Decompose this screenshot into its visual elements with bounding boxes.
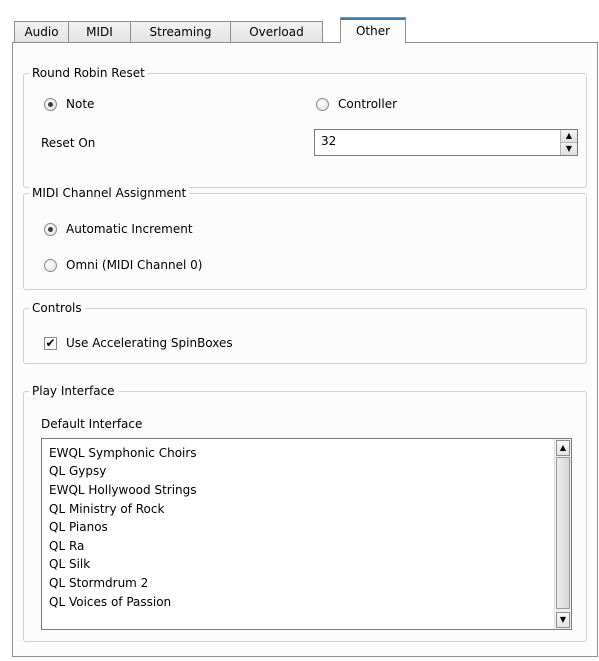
list-item[interactable]: EWQL Hollywood Strings [49,482,197,498]
listbox-scrollbar[interactable]: ▲ ▼ [554,439,571,629]
accelerating-spinboxes-label: Use Accelerating SpinBoxes [66,336,233,350]
play-interface-group: Play Interface Default Interface EWQL Sy… [23,383,587,642]
list-item[interactable]: QL Ministry of Rock [49,501,164,517]
automatic-increment-radio[interactable] [44,223,57,236]
list-item[interactable]: QL Pianos [49,519,108,535]
tab-midi[interactable]: MIDI [68,21,131,42]
round-robin-group: Round Robin Reset Note Controller Reset … [23,65,587,188]
spin-buttons: ▲ ▼ [560,130,577,155]
default-interface-label: Default Interface [41,417,143,431]
list-item[interactable]: QL Silk [49,556,90,572]
other-settings-panel: Round Robin Reset Note Controller Reset … [12,42,598,657]
spin-down-icon[interactable]: ▼ [561,142,577,155]
interface-listbox[interactable]: EWQL Symphonic Choirs QL Gypsy EWQL Holl… [41,438,572,630]
scroll-down-icon[interactable]: ▼ [556,612,570,628]
tab-overload[interactable]: Overload [230,21,323,42]
tab-other[interactable]: Other [340,17,406,43]
midi-channel-group: MIDI Channel Assignment Automatic Increm… [23,185,587,290]
list-item[interactable]: QL Gypsy [49,463,106,479]
controller-label: Controller [338,97,398,111]
omni-label: Omni (MIDI Channel 0) [66,258,203,272]
scrollbar-thumb[interactable] [556,457,570,609]
tab-audio[interactable]: Audio [14,21,69,42]
play-interface-title: Play Interface [29,383,118,399]
list-item[interactable]: QL Voices of Passion [49,594,171,610]
scroll-up-icon[interactable]: ▲ [556,440,570,456]
omni-radio[interactable] [44,259,57,272]
round-robin-title: Round Robin Reset [29,65,148,81]
list-item[interactable]: QL Stormdrum 2 [49,575,148,591]
automatic-increment-label: Automatic Increment [66,222,193,236]
controls-title: Controls [29,300,85,316]
reset-on-spinbox[interactable]: 32 ▲ ▼ [314,129,578,156]
tab-streaming[interactable]: Streaming [130,21,231,42]
midi-channel-title: MIDI Channel Assignment [29,185,190,201]
list-item[interactable]: QL Ra [49,538,84,554]
note-radio[interactable] [44,98,57,111]
note-label: Note [66,97,95,111]
list-item[interactable]: EWQL Symphonic Choirs [49,445,197,461]
spin-up-icon[interactable]: ▲ [561,130,577,143]
reset-on-label: Reset On [41,136,96,150]
accelerating-spinboxes-checkbox[interactable]: ✔ [44,337,57,350]
controller-radio[interactable] [316,98,329,111]
reset-on-value: 32 [321,134,337,148]
controls-group: Controls ✔ Use Accelerating SpinBoxes [23,300,587,364]
